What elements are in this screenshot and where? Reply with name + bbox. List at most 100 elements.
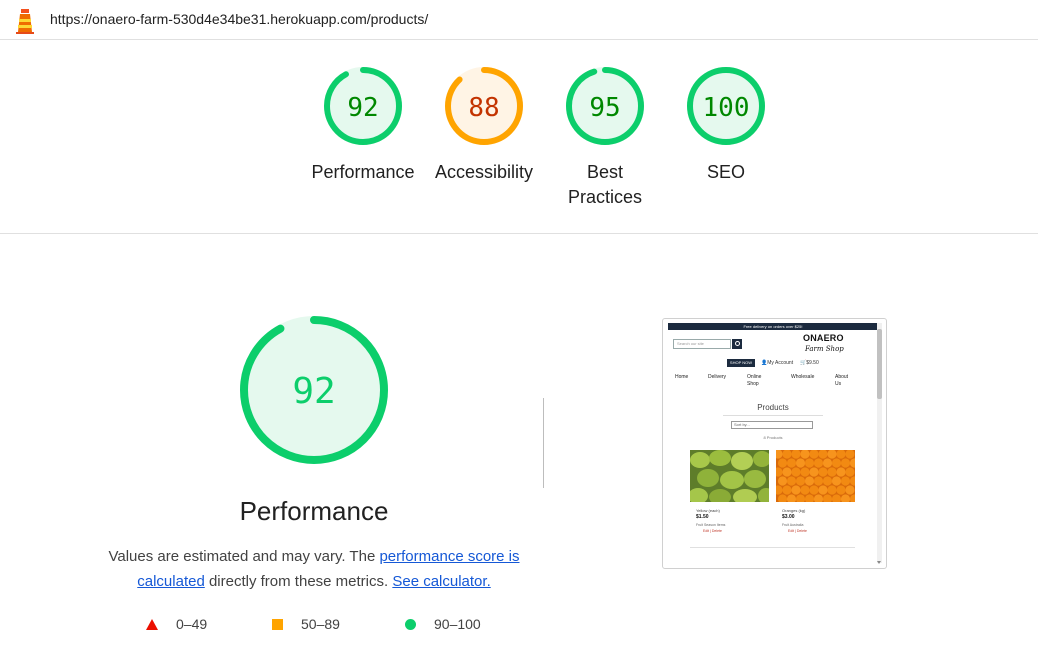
thumb-product-meta: Fruit Australia — [782, 523, 804, 527]
legend-fail: 0–49 — [146, 616, 207, 632]
performance-heading: Performance — [239, 496, 389, 526]
orange-fruit — [845, 467, 855, 477]
circle-icon — [405, 618, 416, 630]
thumb-oranges-image — [776, 450, 855, 502]
orange-fruit — [804, 458, 815, 468]
orange-fruit — [791, 485, 801, 495]
thumb-nav-item: Delivery — [708, 374, 727, 380]
orange-fruit — [795, 458, 806, 468]
thumb-product-actions: Edit | Delete — [703, 529, 723, 533]
score-value: 88 — [468, 93, 499, 123]
performance-score-ring: 92 — [240, 316, 388, 464]
orange-fruit — [809, 485, 819, 495]
thumb-account-link: 👤My Account — [761, 360, 794, 366]
gauge-accessibility[interactable]: 88 Accessibility — [429, 64, 539, 185]
legend-range: 0–49 — [176, 616, 208, 632]
score-ring: 95 — [566, 67, 644, 145]
score-ring: 88 — [445, 67, 523, 145]
thumb-product-price: $3.00 — [782, 514, 795, 520]
gauge-best-practices[interactable]: 95 Best Practices — [550, 64, 660, 210]
final-screenshot-thumbnail[interactable]: Free delivery on orders over $25! Search… — [662, 318, 887, 569]
performance-section: 92 Performance Values are estimated and … — [0, 234, 1038, 658]
legend-average: 50–89 — [272, 616, 340, 632]
thumb-shop-now-button: SHOP NOW — [727, 359, 755, 367]
category-label: Performance — [311, 162, 415, 182]
orange-fruit — [800, 485, 810, 495]
thumb-brand-subtitle: Farm Shop — [805, 345, 844, 353]
thumb-cart-link: 🛒$9.50 — [800, 360, 819, 366]
orange-fruit — [795, 476, 806, 486]
orange-fruit — [818, 485, 828, 495]
orange-fruit — [840, 458, 851, 468]
orange-fruit — [782, 485, 792, 495]
thumb-nav-item: About Us — [835, 374, 849, 387]
orange-fruit — [777, 458, 788, 468]
thumb-search-input: Search our site — [673, 339, 731, 349]
description-text: directly from these metrics. — [204, 573, 393, 590]
orange-fruit — [818, 467, 828, 477]
square-icon — [272, 618, 283, 630]
thumb-limes-image — [690, 450, 769, 502]
gauge-performance[interactable]: 92 Performance — [308, 64, 418, 185]
thumb-account-label: My Account — [767, 360, 794, 366]
orange-fruit — [822, 476, 833, 486]
score-ring: 100 — [687, 67, 765, 145]
thumb-cart-total: $9.50 — [806, 360, 819, 366]
thumb-product-price: $1.50 — [696, 514, 709, 520]
orange-fruit — [791, 467, 801, 477]
category-label: Best Practices — [567, 162, 643, 207]
thumb-nav-item: Online Shop — [747, 374, 762, 387]
orange-fruit — [827, 467, 837, 477]
description-text: Values are estimated and may vary. The — [108, 548, 380, 565]
orange-fruit — [813, 458, 824, 468]
orange-fruit — [786, 458, 797, 468]
orange-fruit — [831, 476, 842, 486]
thumb-brand-logo: ONAERO — [803, 333, 844, 343]
lighthouse-icon — [16, 9, 34, 34]
see-calculator-link[interactable]: See calculator. — [392, 573, 490, 590]
legend-range: 50–89 — [301, 616, 340, 632]
legend-range: 90–100 — [434, 616, 481, 632]
thumb-nav-item: Home — [675, 374, 689, 380]
score-value: 95 — [589, 93, 620, 123]
thumb-divider — [690, 547, 855, 548]
orange-fruit — [800, 467, 810, 477]
performance-score-value: 92 — [292, 371, 335, 412]
orange-fruit — [786, 476, 797, 486]
thumb-product-meta: Fruit Season Items — [696, 523, 726, 527]
thumb-product-name: Yellow (each) — [696, 508, 720, 513]
orange-fruit — [831, 458, 842, 468]
thumb-scroll-down-icon — [877, 561, 881, 564]
category-gauges: 92 Performance 88 Accessibility 95 Best … — [0, 40, 1038, 234]
report-header: https://onaero-farm-530d4e34be31.herokua… — [0, 0, 1038, 40]
score-scale-legend: 0–49 50–89 90–100 — [140, 616, 520, 636]
thumb-search-icon — [732, 339, 742, 349]
thumb-delivery-banner: Free delivery on orders over $25! — [668, 323, 878, 330]
thumb-sort-select: Sort by... — [731, 421, 813, 429]
orange-fruit — [822, 458, 833, 468]
legend-pass: 90–100 — [405, 616, 481, 632]
thumb-product-name: Oranges (kg) — [782, 508, 806, 513]
score-value: 92 — [347, 93, 378, 123]
orange-fruit — [840, 476, 851, 486]
orange-fruit — [836, 467, 846, 477]
orange-fruit — [809, 467, 819, 477]
gauge-seo[interactable]: 100 SEO — [671, 64, 781, 185]
performance-description: Values are estimated and may vary. The p… — [104, 544, 524, 594]
orange-fruit — [845, 485, 855, 495]
thumb-divider — [723, 415, 823, 416]
thumb-product-count: 8 Products — [763, 435, 783, 440]
thumb-products-heading: Products — [757, 403, 789, 412]
thumb-scrollbar — [877, 323, 882, 563]
thumb-nav-item: Wholesale — [791, 374, 815, 380]
orange-fruit — [777, 476, 788, 486]
orange-fruit — [813, 476, 824, 486]
category-label: Accessibility — [434, 162, 534, 182]
orange-fruit — [827, 485, 837, 495]
thumb-scrollbar-thumb — [877, 329, 882, 399]
category-label: SEO — [706, 162, 745, 182]
section-divider — [543, 398, 544, 488]
thumb-product-actions: Edit | Delete — [788, 529, 808, 533]
orange-fruit — [804, 476, 815, 486]
report-url-link[interactable]: https://onaero-farm-530d4e34be31.herokua… — [50, 11, 428, 27]
